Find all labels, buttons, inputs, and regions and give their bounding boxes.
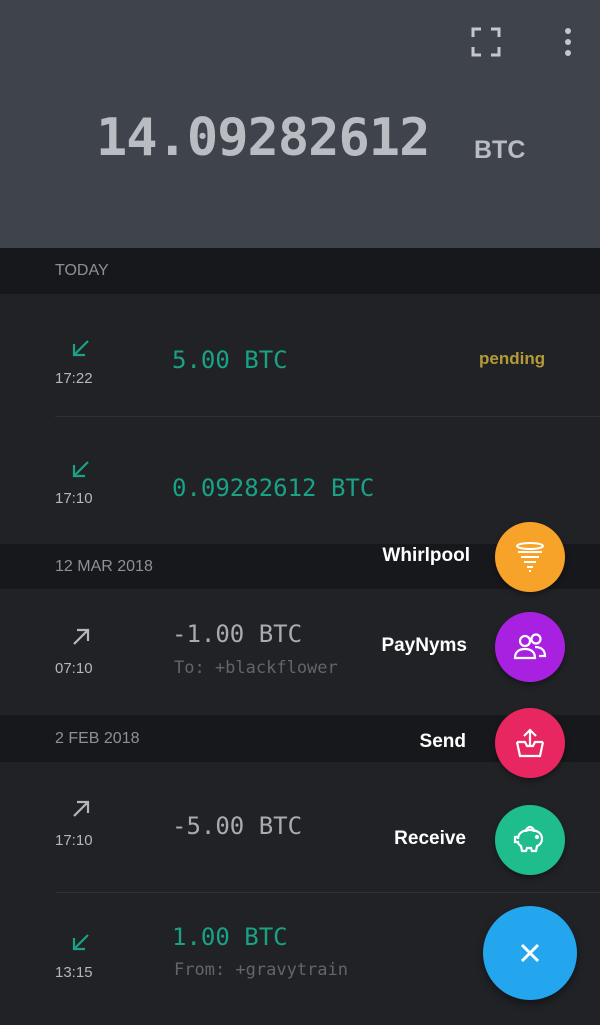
transaction-amount: 0.09282612 BTC bbox=[172, 474, 375, 502]
balance-amount[interactable]: 14.09282612 bbox=[96, 108, 430, 168]
transaction-time: 17:10 bbox=[55, 832, 93, 849]
transaction-time: 17:10 bbox=[55, 490, 93, 507]
send-button[interactable] bbox=[495, 708, 565, 778]
receive-button[interactable] bbox=[495, 805, 565, 875]
transaction-amount: 1.00 BTC bbox=[172, 923, 288, 951]
transaction-status: pending bbox=[479, 349, 546, 368]
section-label: TODAY bbox=[55, 262, 109, 279]
send-tray-icon bbox=[515, 728, 545, 758]
whirlpool-label[interactable]: Whirlpool bbox=[320, 545, 470, 567]
transaction-note: To: +blackflower bbox=[174, 658, 338, 678]
scan-icon[interactable] bbox=[466, 22, 506, 62]
paynyms-label[interactable]: PayNyms bbox=[317, 635, 467, 657]
balance-header: 14.09282612 BTC bbox=[0, 0, 600, 248]
more-vertical-icon[interactable] bbox=[548, 22, 588, 62]
people-icon bbox=[513, 633, 547, 660]
close-fab-button[interactable] bbox=[483, 906, 577, 1000]
send-label[interactable]: Send bbox=[316, 731, 466, 753]
transaction-note: From: +gravytrain bbox=[174, 960, 348, 980]
paynyms-button[interactable] bbox=[495, 612, 565, 682]
transaction-row[interactable]: 17:22 5.00 BTC pending bbox=[0, 294, 600, 417]
section-label: 2 FEB 2018 bbox=[55, 730, 140, 747]
tornado-icon bbox=[516, 542, 544, 572]
section-header: TODAY bbox=[0, 248, 600, 294]
transaction-amount: 5.00 BTC bbox=[172, 346, 288, 374]
incoming-arrow-icon bbox=[72, 340, 89, 357]
receive-label[interactable]: Receive bbox=[316, 828, 466, 850]
incoming-arrow-icon bbox=[72, 934, 89, 951]
transaction-time: 17:22 bbox=[55, 370, 93, 387]
incoming-arrow-icon bbox=[72, 461, 89, 478]
whirlpool-button[interactable] bbox=[495, 522, 565, 592]
balance-unit[interactable]: BTC bbox=[474, 136, 525, 165]
section-label: 12 MAR 2018 bbox=[55, 558, 153, 575]
transaction-time: 13:15 bbox=[55, 964, 93, 981]
outgoing-arrow-icon bbox=[73, 628, 90, 645]
transaction-amount: -5.00 BTC bbox=[172, 812, 303, 840]
transaction-row[interactable]: 17:10 0.09282612 BTC bbox=[0, 417, 600, 544]
piggy-bank-icon bbox=[513, 825, 544, 853]
close-icon bbox=[520, 943, 540, 963]
transaction-time: 07:10 bbox=[55, 660, 93, 677]
transaction-amount: -1.00 BTC bbox=[172, 620, 303, 648]
outgoing-arrow-icon bbox=[73, 800, 90, 817]
